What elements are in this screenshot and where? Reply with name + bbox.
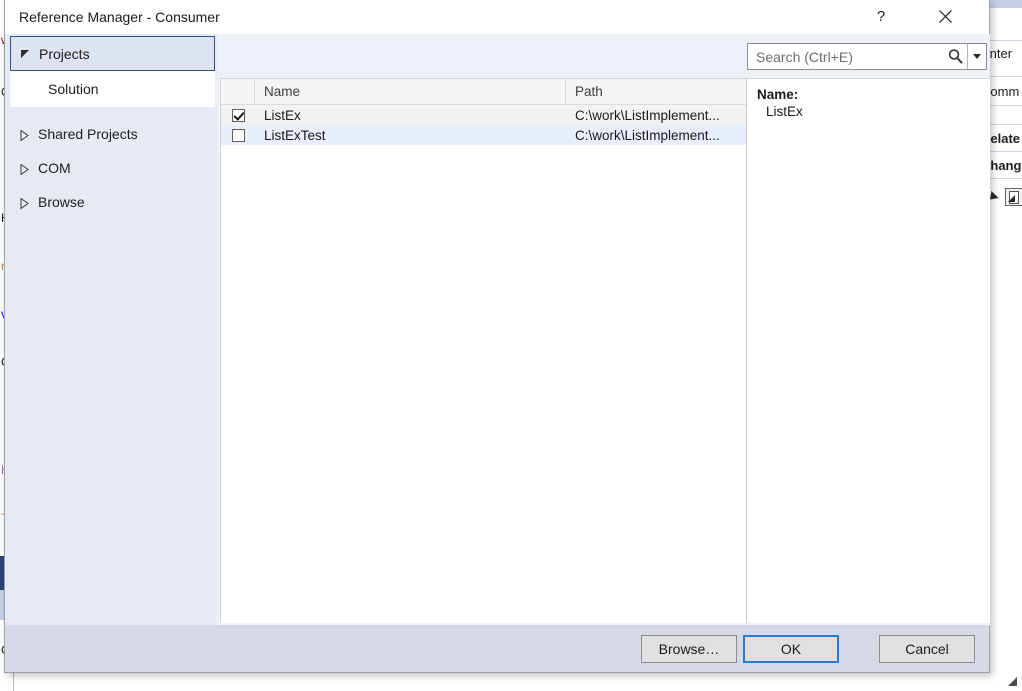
row-path: C:\work\ListImplement... [575, 127, 720, 143]
list-header-row: Name Path [221, 79, 746, 105]
sidebar-item-label: COM [38, 160, 71, 176]
row-checkbox-cell[interactable] [221, 128, 255, 142]
sidebar-item-label: Shared Projects [38, 126, 138, 142]
row-path: C:\work\ListImplement... [575, 107, 720, 123]
chevron-right-icon [20, 163, 29, 175]
dialog-footer: Browse… OK Cancel [5, 625, 989, 672]
search-input[interactable] [748, 44, 943, 69]
checkbox-checked-icon[interactable] [231, 108, 245, 122]
row-name: ListExTest [264, 127, 326, 143]
sidebar-item-shared-projects[interactable]: Shared Projects [10, 117, 215, 151]
chevron-right-icon [20, 129, 29, 141]
resize-grip-icon [1008, 677, 1017, 686]
table-row[interactable]: ListExTest C:\work\ListImplement... [221, 125, 746, 145]
column-header-path[interactable]: Path [566, 79, 746, 104]
reference-manager-dialog: Reference Manager - Consumer ? Projects … [4, 0, 990, 673]
ok-button[interactable]: OK [743, 635, 839, 663]
search-dropdown-button[interactable] [967, 44, 986, 69]
dialog-content: Name Path ListEx C:\work\ListImplement..… [217, 34, 990, 626]
search-box[interactable] [747, 43, 987, 70]
column-header-name[interactable]: Name [255, 79, 566, 104]
detail-pane: Name: ListEx [746, 78, 990, 623]
magnifier-icon[interactable] [943, 48, 967, 65]
column-header-checkbox[interactable] [221, 79, 255, 104]
close-button[interactable] [923, 0, 967, 33]
detail-name-label: Name: [757, 87, 799, 102]
row-name: ListEx [264, 107, 301, 123]
table-row[interactable]: ListEx C:\work\ListImplement... [221, 105, 746, 125]
browse-button[interactable]: Browse… [641, 635, 737, 663]
sidebar-item-com[interactable]: COM [10, 151, 215, 185]
sidebar-item-label: Solution [48, 81, 99, 97]
sidebar-item-solution[interactable]: Solution [10, 71, 215, 107]
dialog-title: Reference Manager - Consumer [19, 9, 220, 25]
chevron-right-icon [20, 197, 29, 209]
sidebar-item-label: Browse [38, 194, 85, 210]
tree-expander-icon [1008, 195, 1015, 202]
sidebar-item-browse[interactable]: Browse [10, 185, 215, 219]
chevron-down-icon [973, 54, 982, 59]
close-icon [938, 10, 952, 23]
checkbox-unchecked-icon[interactable] [231, 128, 245, 142]
detail-name-value: ListEx [766, 104, 803, 119]
category-sidebar: Projects Solution Shared Projects COM Br… [5, 34, 217, 626]
sidebar-item-projects[interactable]: Projects [10, 36, 215, 71]
sidebar-item-label: Projects [39, 45, 90, 62]
help-button[interactable]: ? [859, 0, 903, 33]
chevron-down-icon [21, 49, 30, 58]
cancel-button[interactable]: Cancel [879, 635, 975, 663]
row-checkbox-cell[interactable] [221, 108, 255, 122]
dialog-titlebar: Reference Manager - Consumer ? [5, 0, 989, 34]
references-list: Name Path ListEx C:\work\ListImplement..… [220, 78, 746, 623]
